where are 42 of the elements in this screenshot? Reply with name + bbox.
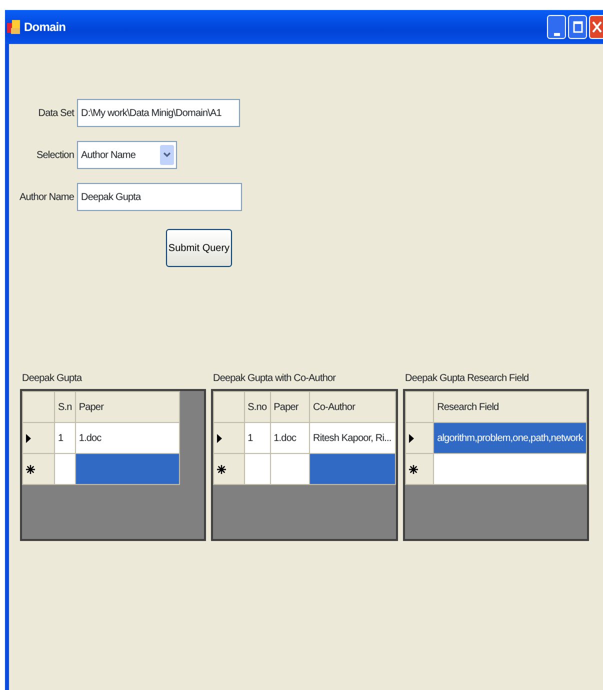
field-label: Author Name xyxy=(18,190,75,204)
selection-dropdown[interactable]: Author Name xyxy=(77,141,177,169)
app-icon xyxy=(7,19,21,35)
grid-title: Deepak Gupta with Co-Author xyxy=(212,372,337,386)
current-row-icon xyxy=(26,434,31,442)
table-cell[interactable]: 1.doc xyxy=(75,422,180,454)
column-header[interactable]: Research Field xyxy=(434,392,586,422)
close-button[interactable] xyxy=(589,15,603,39)
table-cell[interactable] xyxy=(54,454,76,484)
new-row-icon xyxy=(409,464,418,474)
current-row-icon xyxy=(409,434,414,442)
table-cell[interactable]: 1 xyxy=(54,422,76,454)
dataset-field[interactable]: D:\My work\Data Minig\Domain\A1 xyxy=(77,99,240,127)
new-row-icon xyxy=(217,464,226,474)
field-label: Data Set xyxy=(37,106,76,120)
table-cell[interactable]: 1 xyxy=(244,422,270,454)
submit-button[interactable]: Submit Query xyxy=(166,229,232,267)
minimize-button[interactable] xyxy=(547,15,566,39)
table-cell[interactable]: algorithm,problem,one,path,network xyxy=(434,422,586,454)
maximize-icon xyxy=(572,20,582,34)
table-cell[interactable] xyxy=(75,454,180,484)
table-cell[interactable] xyxy=(434,454,586,484)
column-header[interactable]: Paper xyxy=(270,392,310,422)
window-title: Domain xyxy=(24,19,66,36)
column-header[interactable]: Co-Author xyxy=(310,392,396,422)
column-header[interactable]: S.n xyxy=(54,392,76,422)
table-cell[interactable]: 1.doc xyxy=(270,422,310,454)
column-header[interactable]: Paper xyxy=(75,392,180,422)
author-name-field[interactable]: Deepak Gupta xyxy=(77,183,242,211)
column-header[interactable]: S.no xyxy=(244,392,270,422)
maximize-button[interactable] xyxy=(568,15,587,39)
table-cell[interactable]: Ritesh Kapoor, Ri... xyxy=(310,422,396,454)
table-cell[interactable] xyxy=(270,454,310,484)
table-cell[interactable] xyxy=(244,454,270,484)
grid-title: Deepak Gupta xyxy=(21,372,83,386)
table-cell[interactable] xyxy=(310,454,396,484)
grid-title: Deepak Gupta Research Field xyxy=(404,372,530,386)
minimize-icon xyxy=(554,32,560,36)
current-row-icon xyxy=(217,434,222,442)
field-label: Selection xyxy=(35,148,75,162)
close-icon xyxy=(592,21,602,33)
new-row-icon xyxy=(26,464,35,474)
